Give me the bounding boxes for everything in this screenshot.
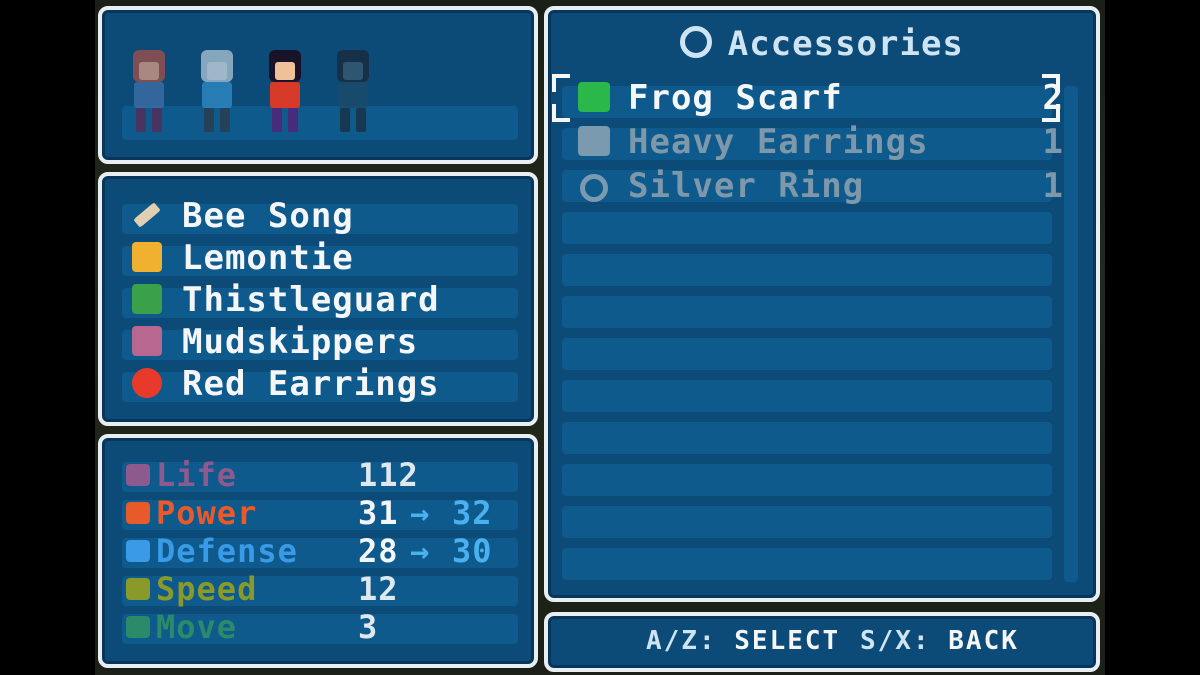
fist-icon [126, 502, 150, 524]
party-member-4 [326, 48, 380, 134]
party-panel [98, 6, 538, 164]
game-screen: Bee Song Lemontie Thistleguard Mudskippers R… [95, 0, 1105, 675]
party-member-3 [258, 48, 312, 134]
ring-icon [580, 174, 608, 202]
accessories-scrollbar[interactable] [1064, 86, 1078, 582]
equipment-label: Lemontie [182, 238, 354, 278]
earrings-icon [132, 368, 162, 398]
accessory-empty-slot [562, 338, 1052, 370]
party-shelf [122, 106, 518, 140]
stat-arrow: → [410, 494, 431, 532]
selection-cursor [552, 74, 1060, 122]
tie-icon [132, 242, 162, 272]
controls-footer: A/Z: SELECT S/X: BACK [544, 612, 1100, 672]
equipment-label: Mudskippers [182, 322, 419, 362]
stat-value-power: 31 [358, 494, 399, 532]
equipment-slot-4[interactable]: Mudskippers [132, 322, 512, 362]
accessory-empty-slot [562, 548, 1052, 580]
select-hint[interactable]: A/Z: SELECT [646, 626, 840, 656]
accessory-label: Silver Ring [628, 166, 865, 206]
party-member-1 [122, 48, 176, 134]
equipment-label: Bee Song [182, 196, 354, 236]
accessory-quantity: 1 [1042, 122, 1064, 162]
accessories-title: Accessories [727, 24, 964, 64]
stat-name-defense: Defense [156, 532, 298, 570]
equipment-label: Red Earrings [182, 364, 440, 404]
stat-value-defense: 28 [358, 532, 399, 570]
accessory-empty-slot [562, 212, 1052, 244]
stat-value-move: 3 [358, 608, 379, 646]
stats-panel: Life 112 Power 31 → 32 Defense 28 → 30 Speed 12 Move… [98, 434, 538, 668]
equipment-slot-1[interactable]: Bee Song [132, 196, 512, 236]
equipment-slot-5[interactable]: Red Earrings [132, 364, 512, 404]
equipment-slot-3[interactable]: Thistleguard [132, 280, 512, 320]
select-key: A/Z: [646, 626, 717, 656]
stat-value-life: 112 [358, 456, 419, 494]
flute-icon [133, 202, 161, 228]
ring-icon [680, 26, 713, 58]
shield-icon [126, 540, 150, 562]
heart-icon [126, 464, 150, 486]
accessory-item[interactable]: Silver Ring 1 [578, 166, 1064, 206]
accessories-header: Accessories [548, 24, 1096, 64]
stat-name-power: Power [156, 494, 258, 532]
armor-icon [132, 284, 162, 314]
party-member-2 [190, 48, 244, 134]
earrings-icon [578, 126, 610, 156]
chevron-icon [126, 578, 150, 600]
stat-new-value-power: 32 [452, 494, 493, 532]
back-hint[interactable]: S/X: BACK [860, 626, 1019, 656]
accessory-empty-slot [562, 464, 1052, 496]
boot-icon [132, 326, 162, 356]
accessory-item[interactable]: Heavy Earrings 1 [578, 122, 1064, 162]
back-label: BACK [948, 626, 1019, 656]
stat-name-move: Move [156, 608, 238, 646]
accessory-empty-slot [562, 380, 1052, 412]
accessory-empty-slot [562, 296, 1052, 328]
stat-arrow: → [410, 532, 431, 570]
stat-value-speed: 12 [358, 570, 399, 608]
stat-name-speed: Speed [156, 570, 258, 608]
accessory-label: Heavy Earrings [628, 122, 929, 162]
stat-new-value-defense: 30 [452, 532, 493, 570]
boot-icon [126, 616, 150, 638]
accessory-empty-slot [562, 422, 1052, 454]
equipment-panel: Bee Song Lemontie Thistleguard Mudskippers R… [98, 172, 538, 426]
select-label: SELECT [734, 626, 841, 656]
accessory-empty-slot [562, 254, 1052, 286]
back-key: S/X: [860, 626, 931, 656]
stat-name-life: Life [156, 456, 238, 494]
accessory-quantity: 1 [1042, 166, 1064, 206]
accessory-empty-slot [562, 506, 1052, 538]
accessories-panel: Accessories Frog Scarf 2 Heavy Earrings 1 Si… [544, 6, 1100, 602]
equipment-label: Thistleguard [182, 280, 440, 320]
equipment-slot-2[interactable]: Lemontie [132, 238, 512, 278]
